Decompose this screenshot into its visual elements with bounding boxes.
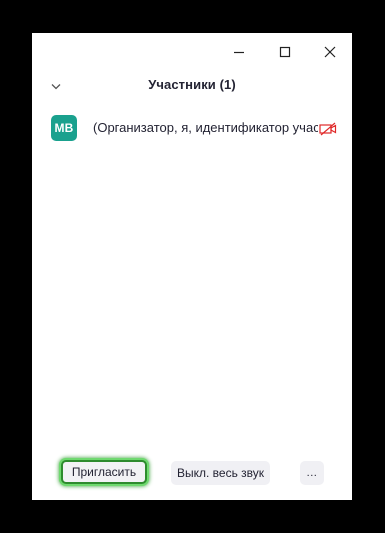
participant-name: (Организатор, я, идентификатор учас bbox=[93, 120, 318, 135]
maximize-icon bbox=[279, 46, 291, 58]
minimize-icon bbox=[234, 51, 244, 54]
close-button[interactable] bbox=[316, 39, 344, 65]
close-icon bbox=[324, 46, 336, 58]
more-options-button[interactable]: ... bbox=[300, 461, 324, 485]
participants-window: Участники (1) MB (Организатор, я, иденти… bbox=[32, 33, 352, 500]
mute-all-button[interactable]: Выкл. весь звук bbox=[171, 461, 270, 485]
maximize-button[interactable] bbox=[271, 39, 299, 65]
video-off-icon[interactable] bbox=[319, 122, 337, 136]
panel-title-text: Участники (1) bbox=[148, 77, 236, 92]
invite-button[interactable]: Пригласить bbox=[61, 460, 147, 484]
panel-title: Участники (1) bbox=[32, 77, 352, 92]
avatar: MB bbox=[51, 115, 77, 141]
minimize-button[interactable] bbox=[225, 39, 253, 65]
participant-row[interactable]: MB (Организатор, я, идентификатор учас bbox=[32, 115, 352, 143]
